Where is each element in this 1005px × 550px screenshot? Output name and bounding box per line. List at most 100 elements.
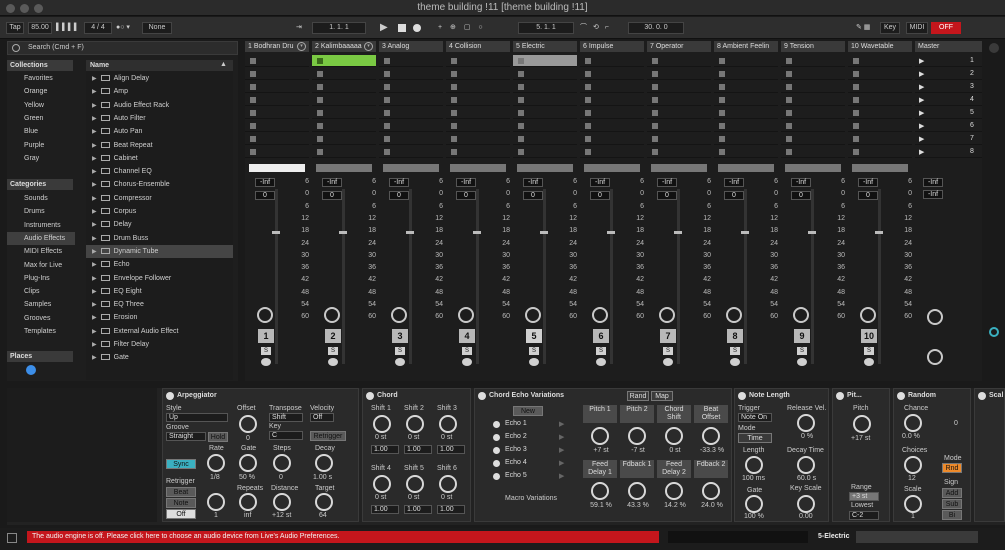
clip-slot[interactable]	[848, 120, 912, 132]
chord-shift-knob[interactable]	[439, 475, 457, 493]
collection-favorites[interactable]: Favorites	[7, 72, 75, 85]
arp-groove-dropdown[interactable]: Straight	[166, 432, 206, 441]
category-max-for-live[interactable]: Max for Live	[7, 259, 75, 272]
pan-knob[interactable]	[257, 307, 273, 323]
midi-map-button[interactable]: MIDI	[906, 22, 928, 34]
expand-arrow-icon[interactable]: ▶	[92, 169, 97, 175]
scene-launch-icon[interactable]: ▶	[919, 96, 924, 104]
pan-knob[interactable]	[860, 307, 876, 323]
track-title[interactable]: 6 Impulse	[580, 41, 644, 52]
clip-slot[interactable]	[245, 68, 309, 80]
clip-slot[interactable]	[714, 120, 778, 132]
clip-slot[interactable]	[379, 55, 443, 67]
clip-slot[interactable]	[446, 55, 510, 67]
random-sign-add-button[interactable]: Add	[942, 488, 962, 498]
clip-slot[interactable]	[714, 146, 778, 158]
key-map-button[interactable]: Key	[880, 22, 900, 34]
clip-slot[interactable]	[513, 68, 577, 80]
category-clips[interactable]: Clips	[7, 285, 75, 298]
browser-item[interactable]: ▶ Delay	[86, 218, 233, 231]
rack-rand-button[interactable]: Rand	[627, 391, 649, 401]
random-power-icon[interactable]	[897, 392, 905, 400]
track-activator-button[interactable]: 10	[861, 329, 877, 343]
browser-item[interactable]: ▶ Auto Filter	[86, 112, 233, 125]
clip-slot[interactable]	[513, 94, 577, 106]
arm-button-icon[interactable]	[328, 358, 338, 366]
clip-slot[interactable]	[848, 68, 912, 80]
chord-shift-knob[interactable]	[439, 415, 457, 433]
chord-velocity-field[interactable]: 1.00	[437, 505, 465, 514]
clip-slot[interactable]	[379, 107, 443, 119]
arp-target-knob[interactable]	[315, 493, 333, 511]
expand-arrow-icon[interactable]: ▶	[92, 276, 97, 282]
clip-slot[interactable]	[781, 68, 845, 80]
chord-velocity-field[interactable]: 1.00	[371, 445, 399, 454]
track-stop-button[interactable]	[450, 164, 506, 172]
chord-shift-knob[interactable]	[373, 475, 391, 493]
macro-label[interactable]: Beat Offset	[694, 405, 728, 423]
expand-arrow-icon[interactable]: ▶	[92, 116, 97, 122]
clip-slot[interactable]	[647, 55, 711, 67]
stop-icon[interactable]	[398, 24, 406, 32]
scene-row[interactable]: ▶ 2	[915, 68, 982, 80]
master-pan-knob[interactable]	[927, 309, 943, 325]
clip-slot[interactable]	[312, 94, 376, 106]
arm-button-icon[interactable]	[864, 358, 874, 366]
cpu-meter[interactable]: OFF	[931, 22, 961, 34]
pitch-knob[interactable]	[853, 415, 871, 433]
browser-item[interactable]: ▶ Filter Delay	[86, 338, 233, 351]
nl-trigger-toggle[interactable]: Note On	[738, 413, 772, 422]
track-stop-button[interactable]	[718, 164, 774, 172]
solo-button[interactable]: S	[462, 347, 472, 355]
clip-slot[interactable]	[580, 81, 644, 93]
nl-gate-knob[interactable]	[745, 495, 763, 513]
clip-slot[interactable]	[580, 120, 644, 132]
pan-knob[interactable]	[726, 307, 742, 323]
arm-button-icon[interactable]	[797, 358, 807, 366]
scene-launch-icon[interactable]: ▶	[919, 83, 924, 91]
clip-slot[interactable]	[781, 81, 845, 93]
arp-key-dropdown[interactable]: C	[269, 431, 303, 440]
view-toggle-icon[interactable]	[989, 43, 999, 53]
track-volume-value[interactable]: 0	[724, 191, 744, 200]
arp-gate-knob[interactable]	[239, 454, 257, 472]
scene-launch-icon[interactable]: ▶	[919, 70, 924, 78]
expand-arrow-icon[interactable]: ▶	[92, 355, 97, 361]
track-volume-value[interactable]: 0	[322, 191, 342, 200]
browser-item[interactable]: ▶ Audio Effect Rack	[86, 99, 233, 112]
tempo-field[interactable]: 85.00	[28, 22, 52, 34]
arm-button-icon[interactable]	[663, 358, 673, 366]
note-length-power-icon[interactable]	[738, 392, 746, 400]
macro-label[interactable]: Fdback 1	[620, 460, 654, 478]
clip-slot[interactable]	[781, 94, 845, 106]
track-activator-button[interactable]: 7	[660, 329, 676, 343]
clip-slot[interactable]	[647, 133, 711, 145]
category-sounds[interactable]: Sounds	[7, 192, 75, 205]
clip-slot[interactable]	[513, 81, 577, 93]
clip-slot[interactable]	[647, 146, 711, 158]
browser-item[interactable]: ▶ EQ Three	[86, 298, 233, 311]
collection-orange[interactable]: Orange	[7, 85, 75, 98]
chord-shift-knob[interactable]	[406, 475, 424, 493]
chord-velocity-field[interactable]: 1.00	[437, 445, 465, 454]
expand-arrow-icon[interactable]: ▶	[92, 222, 97, 228]
clip-slot[interactable]	[580, 146, 644, 158]
pan-knob[interactable]	[458, 307, 474, 323]
browser-item[interactable]: ▶ Amp	[86, 85, 233, 98]
track-activator-button[interactable]: 6	[593, 329, 609, 343]
arm-button-icon[interactable]	[596, 358, 606, 366]
category-grooves[interactable]: Grooves	[7, 312, 75, 325]
loop-start-field[interactable]: 5. 1. 1	[518, 22, 574, 34]
scene-row[interactable]: ▶ 6	[915, 120, 982, 132]
macro-label[interactable]: Chord Shift	[657, 405, 691, 423]
solo-button[interactable]: S	[596, 347, 606, 355]
clip-slot[interactable]	[848, 107, 912, 119]
expand-arrow-icon[interactable]: ▶	[92, 249, 97, 255]
arm-button-icon[interactable]	[730, 358, 740, 366]
clip-slot[interactable]	[714, 107, 778, 119]
expand-arrow-icon[interactable]: ▶	[92, 129, 97, 135]
track-stop-button[interactable]	[852, 164, 908, 172]
solo-button[interactable]: S	[730, 347, 740, 355]
volume-fader-track[interactable]	[409, 189, 412, 364]
browser-item[interactable]: ▶ Beat Repeat	[86, 139, 233, 152]
